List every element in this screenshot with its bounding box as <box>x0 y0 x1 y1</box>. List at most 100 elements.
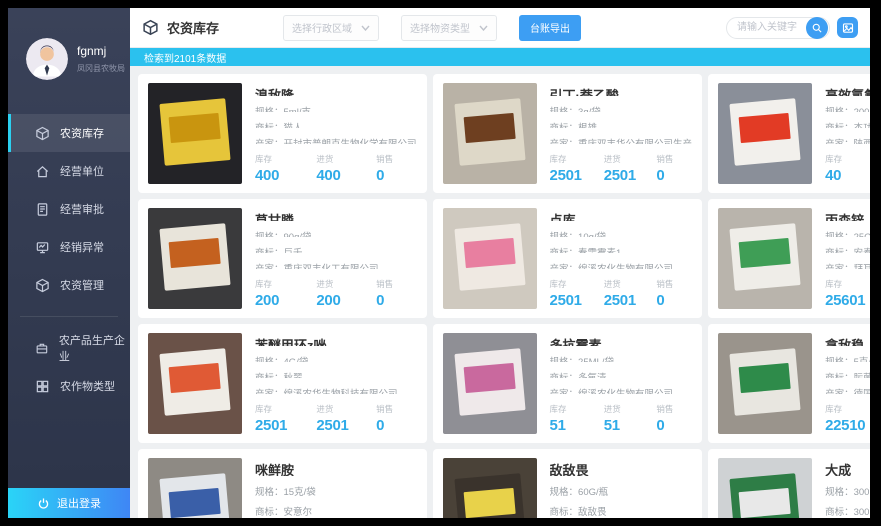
product-stats: 库存 2501 进货 2501 销售 0 <box>550 278 693 309</box>
product-spec: 规格：3g/袋 <box>550 104 693 112</box>
product-name: 敌敌畏 <box>550 460 693 476</box>
product-info: 多抗霉素 规格：25ML/袋 商标：多氧清 产家：绵溪农化生物有限公司 库存 5… <box>550 333 693 434</box>
product-card[interactable]: 溴敌隆 规格：5ml/支 商标：猫人 产家：开封市普朗克生物化学有限公司 库存 … <box>138 74 427 193</box>
product-card[interactable]: 多抗霉素 规格：25ML/袋 商标：多氧清 产家：绵溪农化生物有限公司 库存 5… <box>433 324 703 443</box>
maker-label: 产家： <box>825 389 854 394</box>
product-card[interactable]: 咪鲜胺 规格：15克/袋 商标：安意尔 产家：绵溪农华生物科技有限公司 库存 进… <box>138 449 427 518</box>
result-count-bar: 检索到2101条数据 <box>130 48 870 66</box>
product-card[interactable]: 苯醚甲环z唑 规格：4G/袋 商标：秋翠 产家：绵溪农华生物科技有限公司 库存 … <box>138 324 427 443</box>
product-maker: 产家：陕西皇牌作物科技有限公司 <box>825 136 870 144</box>
product-stats: 库存 200 进货 200 销售 0 <box>255 278 417 309</box>
product-card[interactable]: 丙森锌 规格：25G/袋 商标：安泰生 产家：拜耳作物股份有限公司 库存 256… <box>708 199 870 318</box>
product-image-label <box>463 113 515 143</box>
product-card[interactable]: 大成 规格：300毫升/瓶 商标：300毫升敌敌畏 产家：山东大成生物有限公司 … <box>708 449 870 518</box>
sidebar-item-anomalies[interactable]: 经销异常 <box>8 228 130 266</box>
sale-label: 销售 <box>656 153 692 165</box>
product-name: 点库 <box>550 210 693 221</box>
sale-stat: 销售 0 <box>656 153 692 184</box>
product-spec: 规格：5克/袋 <box>825 354 870 362</box>
purchase-stat: 进货 2501 <box>316 403 376 434</box>
sidebar-item-producers[interactable]: 农产品生产企业 <box>8 329 130 367</box>
product-info: 点库 规格：10g/袋 商标：春雷霉素1 产家：绵溪农化生物有限公司 库存 25… <box>550 208 693 309</box>
product-card[interactable]: 草甘膦 规格：90g/袋 商标：巨千 产家：重庆双丰化工有限公司 库存 200 … <box>138 199 427 318</box>
brand-value: 秋翠 <box>284 373 303 378</box>
export-ledger-button[interactable]: 台账导出 <box>519 15 581 41</box>
stock-label: 库存 <box>255 153 316 165</box>
maker-label: 产家： <box>255 389 284 394</box>
stock-value: 40 <box>825 167 870 184</box>
stock-value: 25601 <box>825 292 870 309</box>
product-image-label <box>739 488 791 518</box>
product-spec: 规格：15克/袋 <box>255 484 417 496</box>
product-name: 大成 <box>825 460 870 476</box>
product-image-package <box>454 473 525 518</box>
product-card[interactable]: 引丁·萘乙酸 规格：3g/袋 商标：根雄 产家：重庆双丰华公有限公司生产 库存 … <box>433 74 703 193</box>
product-card[interactable]: 拿敌稳 规格：5克/袋 商标：肟菌·戊唑醇 产家：德国拜耳股份有限公司 库存 2… <box>708 324 870 443</box>
sale-label: 销售 <box>656 403 692 415</box>
purchase-value: 400 <box>316 167 376 184</box>
purchase-stat: 进货 400 <box>316 153 376 184</box>
user-organization: 凤冈县农牧局 <box>77 63 125 74</box>
brand-label: 商标： <box>550 123 579 128</box>
search-button[interactable] <box>806 17 828 39</box>
product-info: 草甘膦 规格：90g/袋 商标：巨千 产家：重庆双丰化工有限公司 库存 200 … <box>255 208 417 309</box>
product-maker: 产家：德国拜耳股份有限公司 <box>825 386 870 394</box>
logout-button[interactable]: 退出登录 <box>8 488 130 518</box>
product-name: 引丁·萘乙酸 <box>550 85 693 96</box>
product-name: 丙森锌 <box>825 210 870 221</box>
sidebar-item-materials[interactable]: 农资管理 <box>8 266 130 304</box>
brand-value: 杰功 <box>854 123 870 128</box>
product-image-label <box>169 113 221 143</box>
result-count-text: 检索到2101条数据 <box>144 50 226 65</box>
stock-value: 200 <box>255 292 316 309</box>
maker-label: 产家： <box>255 264 284 269</box>
spec-label: 规格： <box>825 107 854 112</box>
brand-value: 巨千 <box>284 248 303 253</box>
spec-value: 5克/袋 <box>854 357 870 362</box>
stock-stat: 库存 2501 <box>550 278 604 309</box>
sidebar-item-business-units[interactable]: 经营单位 <box>8 152 130 190</box>
purchase-value: 2501 <box>604 292 657 309</box>
spec-value: 200mx50/瓶 <box>854 107 870 112</box>
spec-value: 90g/袋 <box>284 232 312 237</box>
brand-value: 多氧清 <box>578 373 607 378</box>
product-image-package <box>159 348 230 416</box>
stock-value: 2501 <box>255 417 316 434</box>
sale-label: 销售 <box>376 403 416 415</box>
region-select[interactable]: 选择行政区域 <box>283 15 379 41</box>
product-card[interactable]: 敌敌畏 规格：60G/瓶 商标：敌敌畏 产家：昆明农药有限公司 库存 进货 销售 <box>433 449 703 518</box>
product-brand: 商标：安泰生 <box>825 245 870 253</box>
stock-stat: 库存 400 <box>255 153 316 184</box>
sidebar-item-inventory[interactable]: 农资库存 <box>8 114 130 152</box>
brand-label: 商标： <box>550 373 579 378</box>
brand-value: 300毫升敌敌畏 <box>854 507 870 516</box>
brand-label: 商标： <box>825 248 854 253</box>
maker-value: 绵溪农华生物科技有限公司 <box>284 389 398 394</box>
sale-label: 销售 <box>656 278 692 290</box>
image-search-button[interactable] <box>837 17 858 38</box>
material-type-select[interactable]: 选择物资类型 <box>401 15 497 41</box>
product-stats: 库存 40 进货 40 销售 0 <box>825 153 870 184</box>
purchase-label: 进货 <box>604 278 657 290</box>
product-card[interactable]: 高效氯氟氰菊酯 规格：200mx50/瓶 商标：杰功 产家：陕西皇牌作物科技有限… <box>708 74 870 193</box>
maker-label: 产家： <box>825 264 854 269</box>
product-maker: 产家：重庆双丰化工有限公司 <box>255 261 417 269</box>
product-info: 丙森锌 规格：25G/袋 商标：安泰生 产家：拜耳作物股份有限公司 库存 256… <box>825 208 870 309</box>
product-image <box>718 458 812 518</box>
sidebar-item-approvals[interactable]: 经营审批 <box>8 190 130 228</box>
product-brand: 商标：根雄 <box>550 120 693 128</box>
spec-value: 25ML/袋 <box>578 357 614 362</box>
sale-stat: 销售 0 <box>656 403 692 434</box>
brand-label: 商标： <box>825 507 854 516</box>
sidebar-item-crop-types[interactable]: 农作物类型 <box>8 367 130 405</box>
sale-stat: 销售 0 <box>376 403 416 434</box>
product-spec: 规格：90g/袋 <box>255 229 417 237</box>
brand-label: 商标： <box>255 373 284 378</box>
product-card[interactable]: 点库 规格：10g/袋 商标：春雷霉素1 产家：绵溪农化生物有限公司 库存 25… <box>433 199 703 318</box>
product-image-label <box>463 238 515 268</box>
sidebar-item-label: 经销异常 <box>60 239 104 255</box>
stock-label: 库存 <box>825 403 870 415</box>
product-info: 高效氯氟氰菊酯 规格：200mx50/瓶 商标：杰功 产家：陕西皇牌作物科技有限… <box>825 83 870 184</box>
stock-label: 库存 <box>550 153 604 165</box>
spec-label: 规格： <box>255 107 284 112</box>
